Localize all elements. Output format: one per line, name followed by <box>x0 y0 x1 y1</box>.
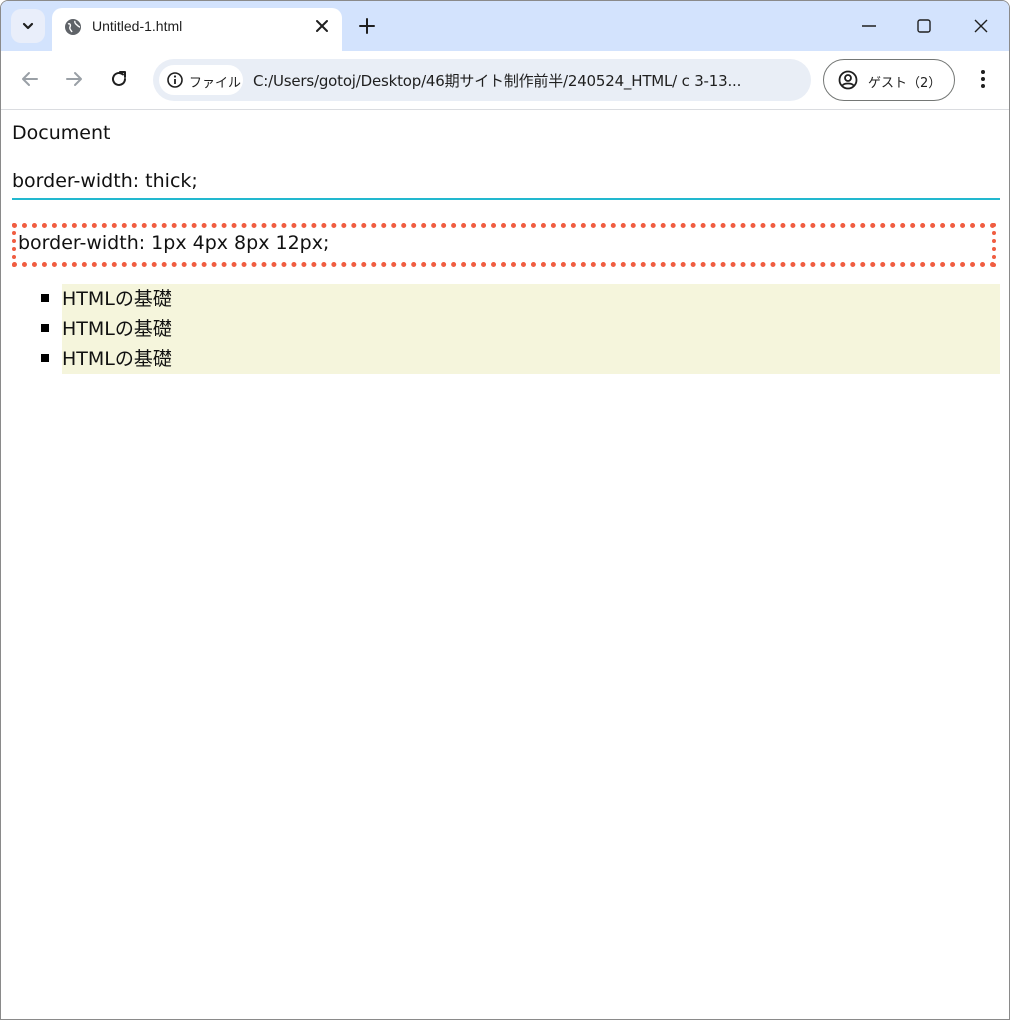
profile-button[interactable]: ゲスト（2） <box>823 59 955 101</box>
back-arrow-icon[interactable] <box>19 68 41 90</box>
list-item: HTMLの基礎 <box>41 344 1000 374</box>
close-window-icon[interactable] <box>971 16 991 36</box>
page-content: Document border-width: thick; border-wid… <box>1 110 1009 1019</box>
url-text[interactable]: C:/Users/gotoj/Desktop/46期サイト制作前半/240524… <box>253 70 793 91</box>
list-item: HTMLの基礎 <box>41 284 1000 314</box>
new-tab-icon[interactable] <box>357 16 377 36</box>
reload-icon[interactable] <box>108 68 130 90</box>
tab-search-button[interactable] <box>11 9 45 43</box>
thick-border-heading: border-width: thick; <box>12 170 1000 200</box>
browser-window: Untitled-1.html ファイル C:/Users/gotoj/Desk… <box>0 0 1010 1020</box>
account-icon <box>838 70 858 90</box>
forward-arrow-icon[interactable] <box>63 68 85 90</box>
globe-icon <box>65 19 81 35</box>
more-vert-icon[interactable] <box>973 68 993 90</box>
close-tab-icon[interactable] <box>314 18 330 34</box>
toolbar: ファイル C:/Users/gotoj/Desktop/46期サイト制作前半/2… <box>1 51 1009 110</box>
minimize-icon[interactable] <box>859 16 879 36</box>
dotted-box-text: border-width: 1px 4px 8px 12px; <box>18 232 330 254</box>
site-info-chip[interactable]: ファイル <box>159 65 243 95</box>
tab-strip: Untitled-1.html <box>1 1 1009 51</box>
dotted-border-box: border-width: 1px 4px 8px 12px; <box>12 223 996 267</box>
page-title: Document <box>12 122 111 144</box>
item-list: HTMLの基礎 HTMLの基礎 HTMLの基礎 <box>41 284 1000 374</box>
chevron-down-icon <box>22 22 34 30</box>
site-info-label: ファイル <box>189 76 242 91</box>
address-bar[interactable]: ファイル C:/Users/gotoj/Desktop/46期サイト制作前半/2… <box>153 59 811 101</box>
list-item: HTMLの基礎 <box>41 314 1000 344</box>
maximize-icon[interactable] <box>914 16 934 36</box>
info-icon <box>167 72 183 88</box>
tab-title: Untitled-1.html <box>92 18 183 34</box>
tab-active[interactable]: Untitled-1.html <box>52 8 342 51</box>
profile-label: ゲスト（2） <box>868 76 942 91</box>
